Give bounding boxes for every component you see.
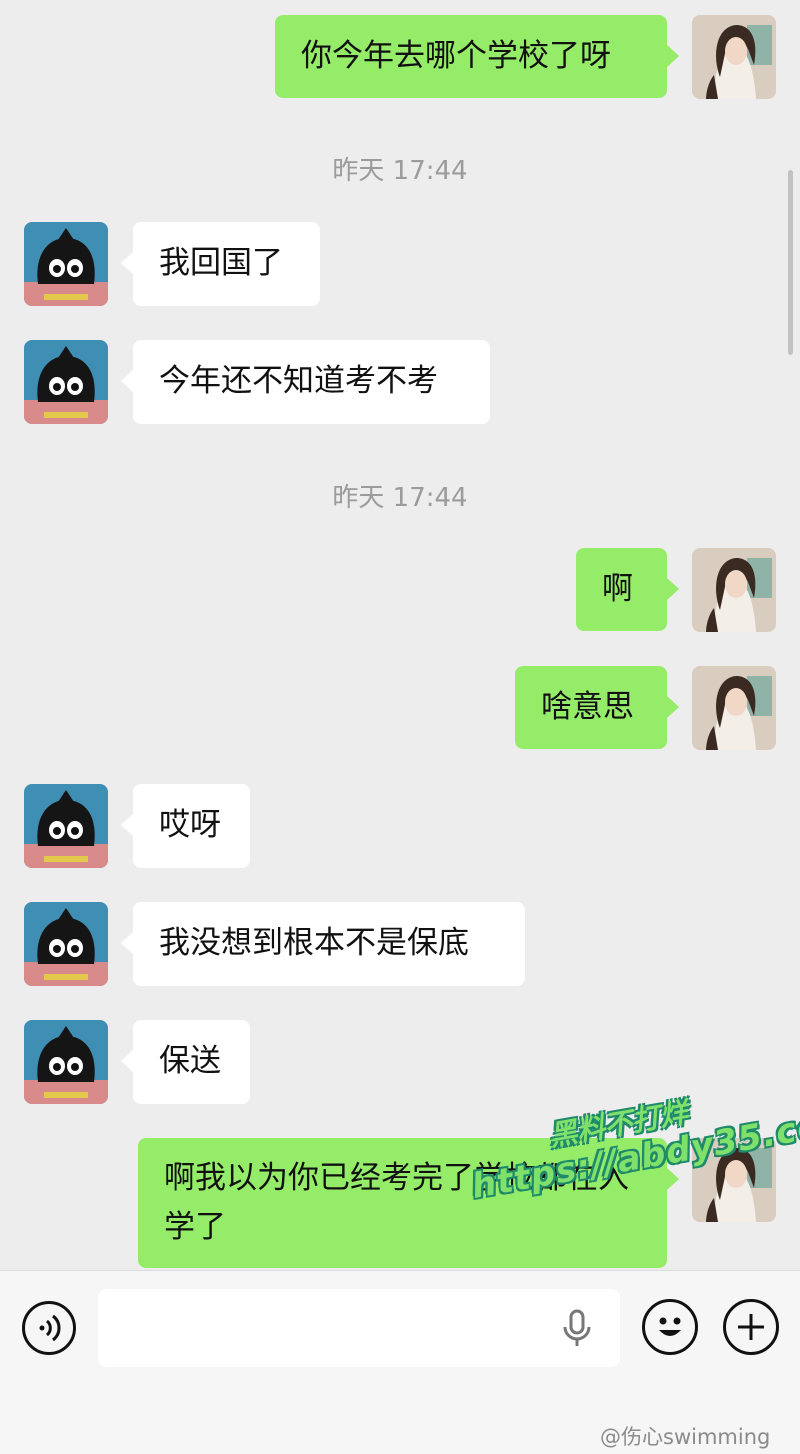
message-bubble-outgoing[interactable]: 啥意思 bbox=[515, 666, 679, 749]
message-input[interactable] bbox=[98, 1289, 620, 1367]
message-bubble-outgoing[interactable]: 啊 bbox=[576, 548, 679, 631]
message-bubble-incoming[interactable]: 我回国了 bbox=[121, 222, 320, 306]
avatar-self[interactable] bbox=[692, 548, 776, 632]
voice-mode-button[interactable] bbox=[22, 1301, 76, 1355]
microphone-icon[interactable] bbox=[560, 1309, 594, 1349]
timestamp: 昨天 17:44 bbox=[332, 483, 468, 513]
chat-area[interactable]: 你今年去哪个学校了呀 昨天 17:44 我回国了 今年还不知道考不考 昨天 17… bbox=[0, 0, 800, 1270]
avatar-contact[interactable] bbox=[24, 340, 108, 424]
emoji-button[interactable] bbox=[642, 1299, 698, 1355]
input-bar: @伤心swimming bbox=[0, 1270, 800, 1454]
timestamp: 昨天 17:44 bbox=[332, 156, 468, 186]
message-bubble-outgoing[interactable]: 你今年去哪个学校了呀 bbox=[275, 15, 679, 98]
message-bubble-incoming[interactable]: 哎呀 bbox=[121, 784, 250, 868]
plus-icon bbox=[738, 1314, 764, 1340]
voice-mode-icon bbox=[39, 1314, 61, 1342]
avatar-contact[interactable] bbox=[24, 222, 108, 306]
avatar-contact[interactable] bbox=[24, 902, 108, 986]
plus-button[interactable] bbox=[723, 1299, 779, 1355]
emoji-icon bbox=[659, 1317, 681, 1336]
message-bubble-incoming[interactable]: 我没想到根本不是保底 bbox=[121, 902, 525, 986]
message-bubble-incoming[interactable]: 今年还不知道考不考 bbox=[121, 340, 490, 424]
message-bubble-incoming[interactable]: 保送 bbox=[121, 1020, 250, 1104]
avatar-contact[interactable] bbox=[24, 1020, 108, 1104]
avatar-contact[interactable] bbox=[24, 784, 108, 868]
scrollbar[interactable] bbox=[788, 170, 793, 355]
avatar-self[interactable] bbox=[692, 15, 776, 99]
avatar-self[interactable] bbox=[692, 666, 776, 750]
source-credit: @伤心swimming bbox=[600, 1425, 771, 1449]
